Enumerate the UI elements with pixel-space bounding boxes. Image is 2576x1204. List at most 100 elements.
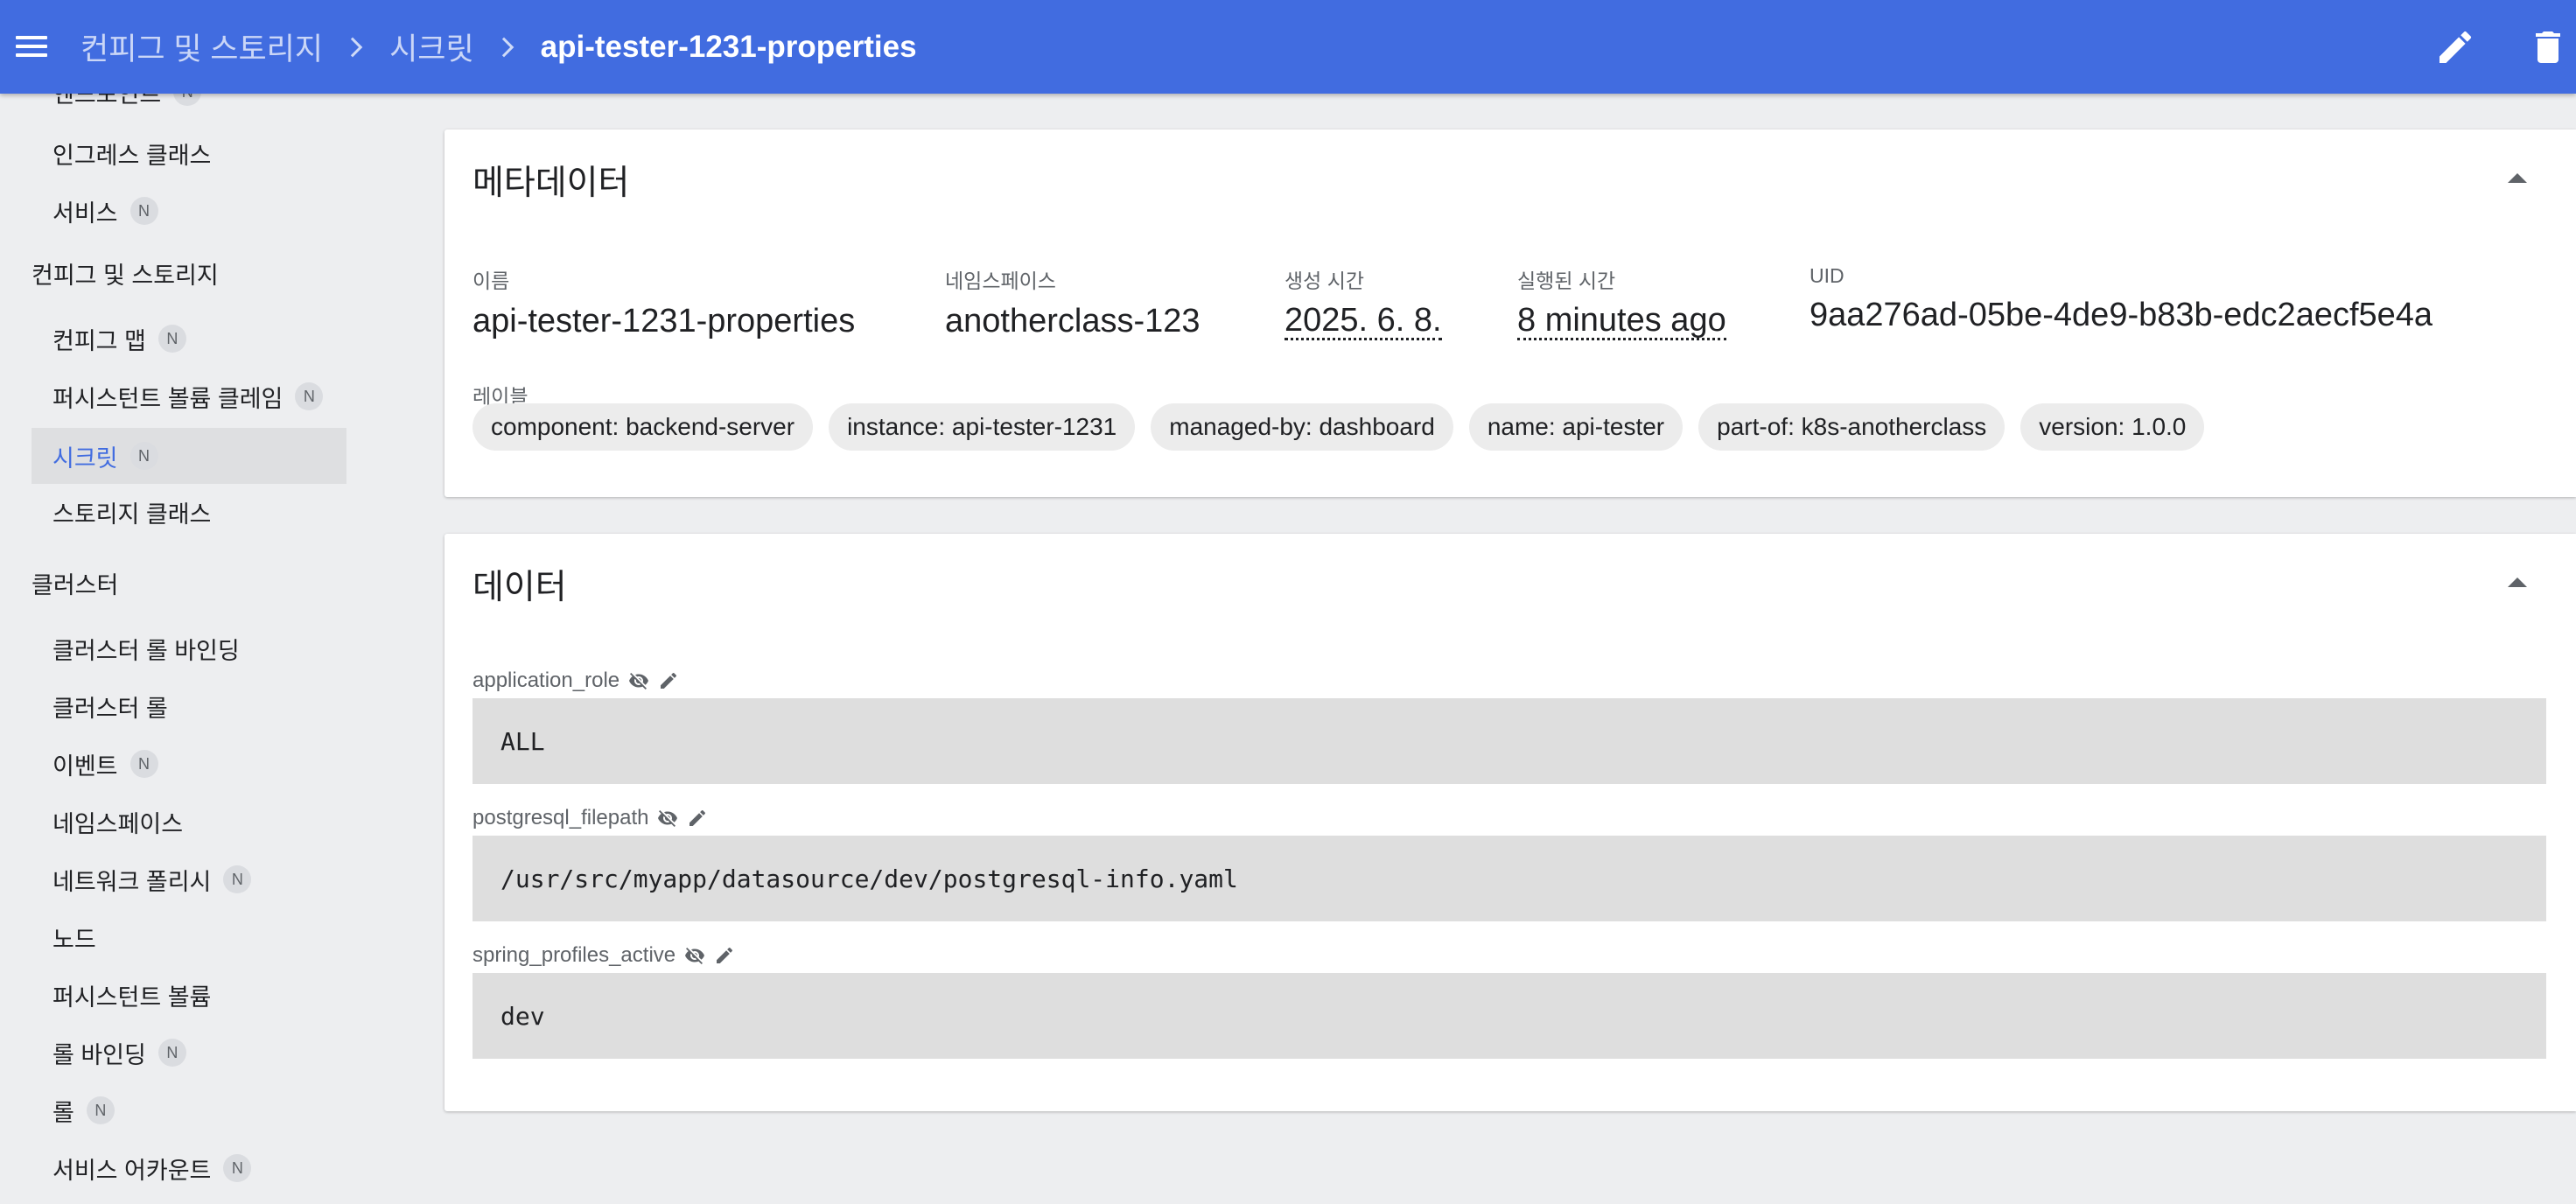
data-value-box: ALL — [472, 698, 2546, 784]
chevron-right-icon — [494, 37, 514, 57]
top-app-bar: 컨피그 및 스토리지 시크릿 api-tester-1231-propertie… — [0, 0, 2576, 94]
data-card: 데이터 application_role ALL postgresql_file… — [444, 534, 2576, 1111]
data-entry-key: spring_profiles_active — [472, 943, 735, 968]
sidebar-item-label: 퍼시스턴트 볼륨 클레임 — [52, 385, 284, 412]
meta-namespace-label: 네임스페이스 — [945, 270, 1056, 292]
breadcrumb: 컨피그 및 스토리지 시크릿 api-tester-1231-propertie… — [80, 0, 917, 94]
sidebar-item-service-accounts[interactable]: 서비스 어카운트 N — [32, 1140, 346, 1196]
sidebar-item-label: 롤 — [52, 1099, 74, 1126]
sidebar-nav: 엔드포인트 N 인그레스 클래스 서비스 N 컨피그 및 스토리지 컨피그 맵 … — [0, 94, 359, 1204]
pencil-icon[interactable] — [2434, 26, 2476, 68]
sidebar-item-label: 컨피그 맵 — [52, 327, 146, 354]
breadcrumb-secrets[interactable]: 시크릿 — [389, 24, 474, 69]
meta-name-label: 이름 — [472, 270, 510, 292]
namespaced-badge: N — [158, 325, 186, 353]
meta-uid: UID 9aa276ad-05be-4de9-b83b-edc2aecf5e4a — [1810, 264, 2432, 334]
data-key-label: application_role — [472, 668, 620, 692]
sidebar-item-events[interactable]: 이벤트 N — [32, 736, 346, 792]
data-value-box: /usr/src/myapp/datasource/dev/postgresql… — [472, 836, 2546, 921]
pencil-icon[interactable] — [714, 945, 735, 966]
label-chip: instance: api-tester-1231 — [829, 403, 1136, 451]
sidebar-item-label: 네임스페이스 — [52, 810, 184, 837]
chevron-right-icon — [342, 37, 363, 57]
data-entry-key: postgresql_filepath — [472, 806, 708, 830]
meta-created: 생성 시간 2025. 6. 8. — [1284, 264, 1442, 340]
metadata-card: 메타데이터 이름 api-tester-1231-properties 네임스페… — [444, 130, 2576, 497]
data-value-box: dev — [472, 973, 2546, 1059]
breadcrumb-current-secret: api-tester-1231-properties — [540, 29, 917, 64]
sidebar-item-label: 서비스 어카운트 — [52, 1157, 212, 1184]
pencil-icon[interactable] — [687, 808, 708, 829]
namespaced-badge: N — [223, 1154, 252, 1182]
meta-uid-value: 9aa276ad-05be-4de9-b83b-edc2aecf5e4a — [1810, 297, 2433, 333]
eye-off-icon[interactable] — [684, 945, 705, 966]
collapse-arrow-icon[interactable] — [2508, 578, 2527, 587]
meta-namespace-value: anotherclass-123 — [945, 303, 1200, 340]
label-chip: component: backend-server — [472, 403, 814, 451]
sidebar-item-config-maps[interactable]: 컨피그 맵 N — [32, 311, 346, 367]
sidebar-item-persistent-volumes[interactable]: 퍼시스턴트 볼륨 — [32, 967, 346, 1023]
collapse-arrow-icon[interactable] — [2508, 173, 2527, 183]
namespaced-badge: N — [223, 865, 252, 893]
namespaced-badge: N — [86, 1096, 115, 1124]
sidebar-item-label: 인그레스 클래스 — [52, 142, 212, 169]
sidebar-item-cluster-role-bindings[interactable]: 클러스터 롤 바인딩 — [32, 620, 346, 676]
sidebar-item-services[interactable]: 서비스 N — [32, 183, 346, 239]
meta-namespace: 네임스페이스 anotherclass-123 — [945, 264, 1200, 340]
sidebar-item-pvc[interactable]: 퍼시스턴트 볼륨 클레임 N — [32, 368, 346, 424]
labels-chip-list: component: backend-server instance: api-… — [472, 403, 2205, 451]
namespaced-badge: N — [158, 1039, 186, 1067]
label-chip: name: api-tester — [1468, 403, 1684, 451]
sidebar-item-secrets[interactable]: 시크릿 N — [32, 428, 346, 484]
namespaced-badge: N — [130, 750, 158, 778]
sidebar-section-config-storage: 컨피그 및 스토리지 — [32, 262, 219, 289]
eye-off-icon[interactable] — [628, 670, 649, 691]
meta-name: 이름 api-tester-1231-properties — [472, 264, 855, 340]
sidebar-item-label: 네트워크 폴리시 — [52, 868, 212, 895]
sidebar-item-cluster-roles[interactable]: 클러스터 롤 — [32, 678, 346, 734]
meta-age-label: 실행된 시간 — [1517, 270, 1616, 292]
sidebar-item-label: 클러스터 롤 바인딩 — [52, 637, 240, 664]
sidebar-item-label: 퍼시스턴트 볼륨 — [52, 984, 212, 1011]
data-card-title: 데이터 — [472, 569, 567, 606]
meta-age: 실행된 시간 8 minutes ago — [1517, 264, 1726, 340]
namespaced-badge: N — [130, 197, 158, 225]
meta-uid-label: UID — [1810, 264, 1844, 287]
sidebar-item-label: 클러스터 롤 — [52, 695, 168, 722]
data-key-label: spring_profiles_active — [472, 943, 676, 967]
sidebar-item-network-policies[interactable]: 네트워크 폴리시 N — [32, 851, 346, 907]
sidebar-item-label: 엔드포인트 — [52, 94, 162, 108]
data-entry-key: application_role — [472, 668, 679, 693]
sidebar-item-roles[interactable]: 롤 N — [32, 1082, 346, 1138]
sidebar-item-label: 노드 — [52, 926, 96, 953]
metadata-card-title: 메타데이터 — [472, 164, 630, 202]
sidebar-item-label: 스토리지 클래스 — [52, 500, 212, 528]
sidebar-item-nodes[interactable]: 노드 — [32, 909, 346, 965]
data-key-label: postgresql_filepath — [472, 806, 649, 830]
hamburger-menu-icon[interactable] — [16, 33, 47, 60]
label-chip: managed-by: dashboard — [1151, 403, 1453, 451]
meta-created-value: 2025. 6. 8. — [1284, 302, 1442, 340]
trash-icon[interactable] — [2527, 26, 2569, 68]
sidebar-item-label: 서비스 — [52, 200, 118, 227]
sidebar-item-storage-class[interactable]: 스토리지 클래스 — [32, 484, 346, 540]
label-chip: version: 1.0.0 — [2020, 403, 2205, 451]
sidebar-section-cluster: 클러스터 — [32, 572, 119, 598]
sidebar-item-endpoints[interactable]: 엔드포인트 N — [32, 94, 346, 120]
pencil-icon[interactable] — [658, 670, 679, 691]
namespaced-badge: N — [295, 382, 324, 410]
sidebar-item-ingress-class[interactable]: 인그레스 클래스 — [32, 125, 346, 181]
breadcrumb-config-storage[interactable]: 컨피그 및 스토리지 — [80, 24, 323, 69]
sidebar-item-namespaces[interactable]: 네임스페이스 — [32, 794, 346, 850]
eye-off-icon[interactable] — [657, 808, 678, 829]
sidebar-item-label: 롤 바인딩 — [52, 1041, 146, 1068]
sidebar-item-label: 이벤트 — [52, 752, 118, 780]
meta-created-label: 생성 시간 — [1284, 270, 1365, 292]
sidebar-item-role-bindings[interactable]: 롤 바인딩 N — [32, 1025, 346, 1081]
sidebar-item-label: 시크릿 — [52, 444, 118, 472]
namespaced-badge: N — [173, 94, 202, 106]
namespaced-badge: N — [130, 442, 158, 470]
label-chip: part-of: k8s-anotherclass — [1698, 403, 2006, 451]
meta-age-value: 8 minutes ago — [1517, 302, 1726, 340]
meta-name-value: api-tester-1231-properties — [472, 303, 856, 340]
